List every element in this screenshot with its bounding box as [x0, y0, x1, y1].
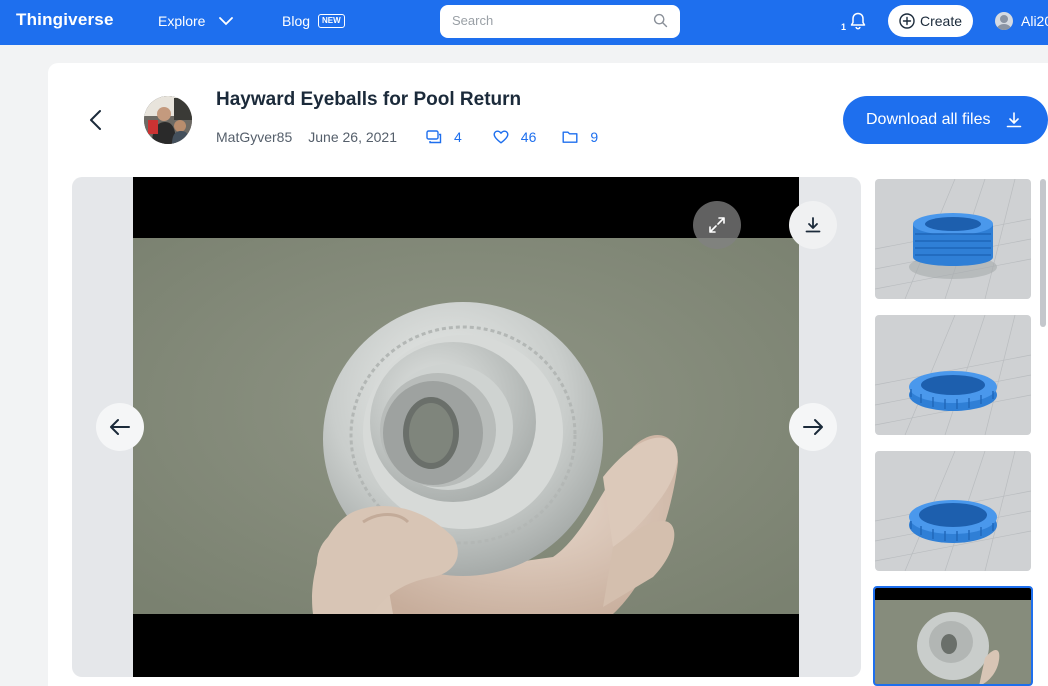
thumbnail-scrollbar[interactable]: [1040, 179, 1046, 327]
search-input[interactable]: [452, 13, 642, 28]
site-logo[interactable]: Thingiverse: [16, 10, 114, 30]
next-image-button[interactable]: [789, 403, 837, 451]
expand-icon: [709, 217, 725, 233]
publish-date: June 26, 2021: [308, 129, 397, 145]
collections-stat[interactable]: 9: [562, 129, 598, 145]
create-button[interactable]: Create: [888, 5, 973, 37]
thumbnail-blue-threaded-part[interactable]: [875, 179, 1031, 299]
folder-icon: [562, 131, 578, 143]
search-icon[interactable]: [653, 13, 668, 33]
blog-link[interactable]: Blog NEW: [282, 13, 345, 29]
comments-icon: [426, 130, 442, 144]
top-nav: Thingiverse Explore Blog NEW 1 Create Al…: [0, 0, 1048, 45]
blog-label: Blog: [282, 13, 311, 29]
arrow-right-icon: [803, 419, 823, 435]
comments-stat[interactable]: 4: [426, 129, 462, 145]
plus-circle-icon: [899, 13, 915, 29]
image-viewer: [72, 177, 861, 677]
download-icon: [1006, 112, 1021, 128]
notification-count-badge: 1: [837, 21, 850, 34]
chevron-down-icon: [219, 16, 234, 25]
collections-count: 9: [590, 129, 599, 145]
bell-icon[interactable]: [848, 11, 868, 36]
comments-count: 4: [454, 129, 462, 145]
previous-image-button[interactable]: [96, 403, 144, 451]
user-menu[interactable]: Ali20: [995, 12, 1048, 30]
back-chevron-icon[interactable]: [88, 109, 104, 136]
download-all-label: Download all files: [866, 111, 991, 128]
thumbnail-eyeball-photo[interactable]: [873, 586, 1033, 686]
download-icon: [805, 217, 821, 233]
search-box: [440, 5, 680, 38]
thing-title: Hayward Eyeballs for Pool Return: [216, 89, 522, 110]
explore-menu[interactable]: Explore: [158, 13, 234, 29]
thumbnail-blue-ring-1[interactable]: [875, 315, 1031, 435]
thing-meta: MatGyver85 June 26, 2021 4 46 9: [216, 129, 598, 145]
new-badge: NEW: [318, 14, 345, 28]
thumbnail-blue-ring-2[interactable]: [875, 451, 1031, 571]
fullscreen-button[interactable]: [693, 201, 741, 249]
heart-icon: [493, 130, 509, 144]
username: Ali20: [1021, 13, 1048, 29]
author-link[interactable]: MatGyver85: [216, 129, 292, 145]
user-avatar-icon: [995, 12, 1013, 30]
explore-label: Explore: [158, 13, 206, 29]
download-image-button[interactable]: [789, 201, 837, 249]
likes-count: 46: [520, 129, 537, 145]
main-photo[interactable]: [133, 177, 799, 677]
create-label: Create: [919, 13, 963, 29]
author-avatar[interactable]: [144, 96, 192, 144]
likes-stat[interactable]: 46: [493, 129, 537, 145]
download-all-button[interactable]: Download all files: [843, 96, 1048, 144]
arrow-left-icon: [110, 419, 130, 435]
